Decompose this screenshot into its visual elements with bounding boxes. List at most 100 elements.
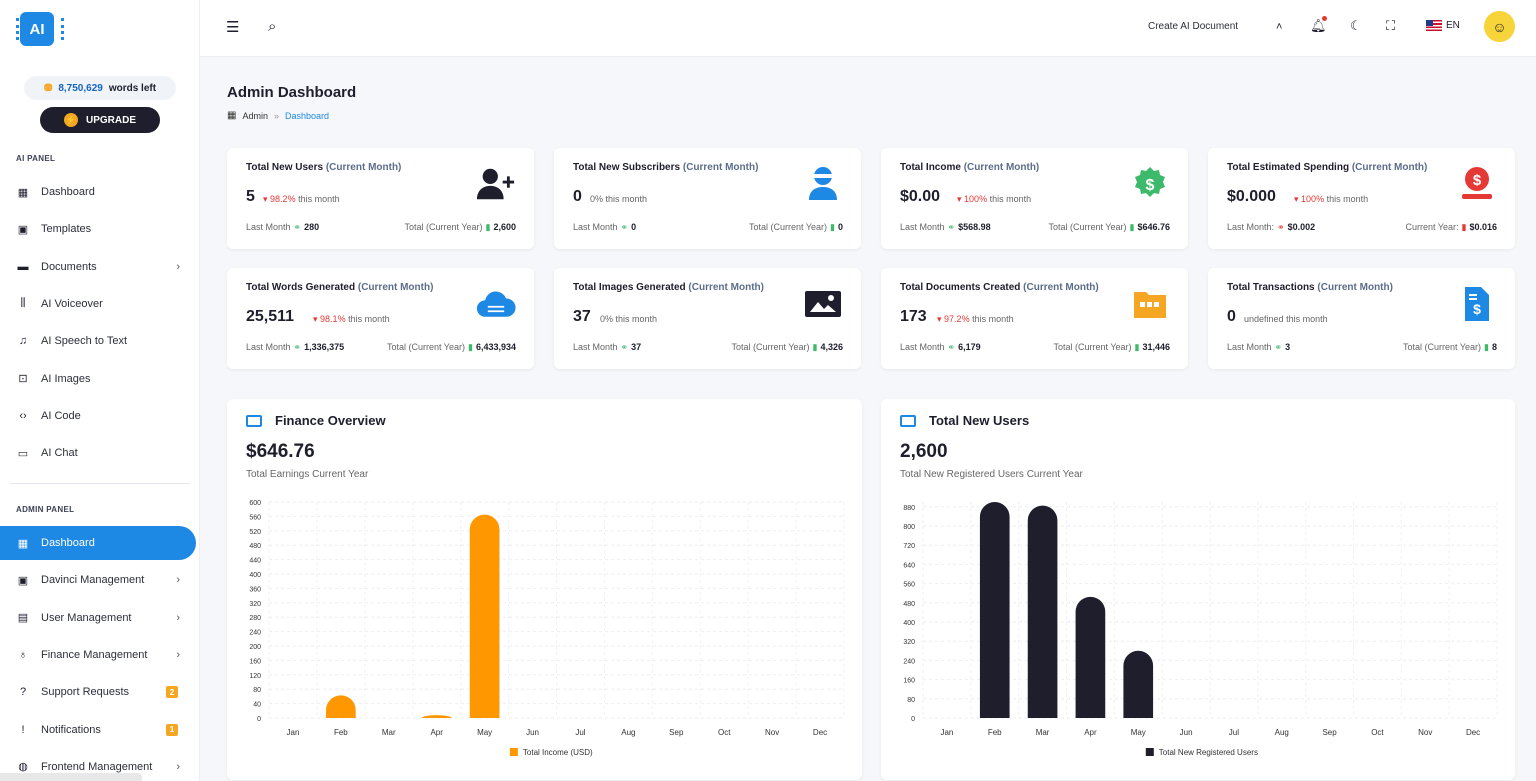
y-tick-label: 0	[911, 716, 915, 723]
finance-title: Finance Overview	[275, 413, 386, 428]
stat-right-value: 6,433,934	[475, 342, 516, 352]
stat-last-month: Last Month: ⚭ $0.002	[1227, 222, 1315, 233]
stat-title: Total Documents Created (Current Month)	[900, 282, 1099, 293]
stat-value: $0.00	[900, 188, 941, 205]
stat-card-total-estimated-spending: Total Estimated Spending (Current Month)…	[1208, 148, 1515, 249]
sidebar-item-label: Davinci Management	[41, 574, 145, 587]
stat-card-total-new-users: Total New Users (Current Month) 5 ▾ 98.2…	[227, 148, 534, 249]
sidebar-item-label: AI Chat	[41, 447, 78, 460]
stat-card-total-documents-created: Total Documents Created (Current Month) …	[881, 268, 1188, 369]
sidebar-item-ai-voiceover[interactable]: ⫼ AI Voiceover	[0, 287, 196, 321]
language-label: EN	[1446, 20, 1460, 31]
y-tick-label: 160	[249, 658, 261, 665]
sidebar-item-templates[interactable]: ▣ Templates	[0, 212, 196, 246]
bookmark-icon: ▮	[830, 222, 835, 232]
menu-toggle-icon[interactable]: ☰	[226, 18, 239, 36]
music-note-icon: ♫	[18, 335, 28, 348]
stat-change-pct: 0%	[590, 194, 604, 204]
stat-title: Total New Users (Current Month)	[246, 162, 401, 173]
bar-mar	[1027, 505, 1058, 718]
coins-icon: ⛃	[43, 82, 53, 94]
page-title: Admin Dashboard	[227, 84, 357, 101]
users-title: Total New Users	[929, 413, 1030, 428]
stat-change-suffix: this month	[1286, 314, 1328, 324]
words-left-pill: ⛃ 8,750,629 words left	[24, 76, 176, 100]
breadcrumb-root[interactable]: Admin	[242, 111, 268, 121]
avatar[interactable]: ☺	[1484, 11, 1515, 42]
sidebar-item-label: AI Code	[41, 409, 81, 422]
svg-text:$: $	[1473, 301, 1481, 317]
y-tick-label: 200	[249, 644, 261, 651]
stat-value: 173	[900, 308, 927, 325]
sidebar-item-support-requests[interactable]: ? Support Requests 2	[0, 675, 196, 709]
waveform-icon: ⫼	[20, 297, 26, 310]
link-icon: ⚭	[1277, 222, 1285, 232]
status-bar	[0, 773, 142, 781]
language-selector[interactable]: EN	[1426, 20, 1460, 31]
x-tick-label: Jun	[526, 728, 539, 737]
stat-right-label: Current Year:	[1405, 222, 1459, 232]
stat-left-label: Last Month	[900, 342, 945, 352]
y-tick-label: 320	[249, 601, 261, 608]
y-tick-label: 560	[249, 514, 261, 521]
bookmark-icon: ▮	[1461, 222, 1467, 232]
logo[interactable]: AI	[16, 12, 64, 46]
stat-last-month: Last Month ⚭ $568.98	[900, 222, 991, 233]
fullscreen-icon[interactable]: ⛶	[1386, 18, 1395, 34]
stat-footer: Last Month ⚭ 0 Total (Current Year) ▮ 0	[573, 222, 843, 233]
chat-icon: ▭	[17, 447, 29, 460]
legend-label: Total Income (USD)	[523, 748, 593, 757]
legend-label: Total New Registered Users	[1159, 748, 1258, 757]
create-ai-document-link[interactable]: Create AI Document	[1148, 21, 1238, 32]
stat-title-text: Total New Users	[246, 162, 324, 173]
stat-title-sub: (Current Month)	[1317, 282, 1393, 293]
sidebar-item-ai-speech-to-text[interactable]: ♫ AI Speech to Text	[0, 324, 196, 358]
sidebar-item-ai-images[interactable]: ⊡ AI Images	[0, 362, 196, 396]
count-badge: 1	[166, 723, 178, 736]
sidebar-item-ai-code[interactable]: ‹› AI Code	[0, 399, 196, 433]
search-icon[interactable]: ⌕	[268, 18, 276, 35]
stat-title: Total Words Generated (Current Month)	[246, 282, 433, 293]
stat-right-label: Total (Current Year)	[1402, 342, 1482, 352]
stat-footer: Last Month: ⚭ $0.002 Current Year: ▮ $0.016	[1227, 222, 1497, 233]
stat-left-value: 0	[631, 222, 637, 232]
bookmark-icon: ▮	[1129, 222, 1135, 232]
sidebar-item-davinci-management[interactable]: ▣ Davinci Management ›	[0, 563, 196, 597]
dark-mode-icon[interactable]: ☾	[1350, 18, 1362, 34]
x-tick-label: Sep	[669, 728, 684, 737]
stat-left-label: Last Month	[573, 222, 618, 232]
stat-last-month: Last Month ⚭ 37	[573, 342, 641, 353]
stat-total: Total (Current Year) ▮ 2,600	[404, 222, 516, 233]
sidebar-item-finance-management[interactable]: ♁ Finance Management ›	[0, 638, 196, 672]
stat-card-total-new-subscribers: Total New Subscribers (Current Month) 0 …	[554, 148, 861, 249]
stat-change-suffix: this month	[605, 194, 648, 204]
y-tick-label: 400	[903, 620, 915, 627]
stat-title: Total Estimated Spending (Current Month)	[1227, 162, 1427, 173]
stat-title-text: Total New Subscribers	[573, 162, 681, 173]
x-tick-label: Dec	[1466, 728, 1480, 737]
stat-left-label: Last Month	[1227, 342, 1272, 352]
sidebar-item-documents[interactable]: ▬ Documents ›	[0, 250, 196, 284]
stat-left-label: Last Month	[900, 222, 945, 232]
y-tick-label: 80	[907, 697, 915, 704]
sidebar-item-notifications[interactable]: ! Notifications 1	[0, 713, 196, 747]
sidebar-item-dashboard[interactable]: ▦ Dashboard	[0, 526, 196, 560]
folder-icon: ▬	[17, 260, 29, 273]
stat-right-label: Total (Current Year)	[748, 222, 828, 232]
chevron-up-icon[interactable]: ˄	[1276, 21, 1282, 33]
words-left-count: 8,750,629	[58, 82, 103, 94]
stat-footer: Last Month ⚭ 3 Total (Current Year) ▮ 8	[1227, 342, 1497, 353]
stat-change-suffix: this month	[348, 314, 390, 324]
stat-title-sub: (Current Month)	[1351, 162, 1428, 173]
stat-change-suffix: this month	[1326, 194, 1369, 204]
sidebar-item-label: AI Images	[41, 372, 91, 385]
sidebar-divider	[10, 483, 190, 484]
sidebar-item-dashboard[interactable]: ▦ Dashboard	[0, 175, 196, 209]
legend-swatch	[1145, 748, 1154, 756]
sidebar-item-ai-chat[interactable]: ▭ AI Chat	[0, 436, 196, 470]
sidebar-item-user-management[interactable]: ▤ User Management ›	[0, 601, 196, 635]
stat-total: Total (Current Year) ▮ 4,326	[731, 342, 843, 353]
stat-right-value: $646.76	[1137, 222, 1170, 232]
stat-total: Total (Current Year) ▮ 6,433,934	[387, 342, 516, 353]
upgrade-button[interactable]: ⚡ UPGRADE	[40, 107, 160, 133]
